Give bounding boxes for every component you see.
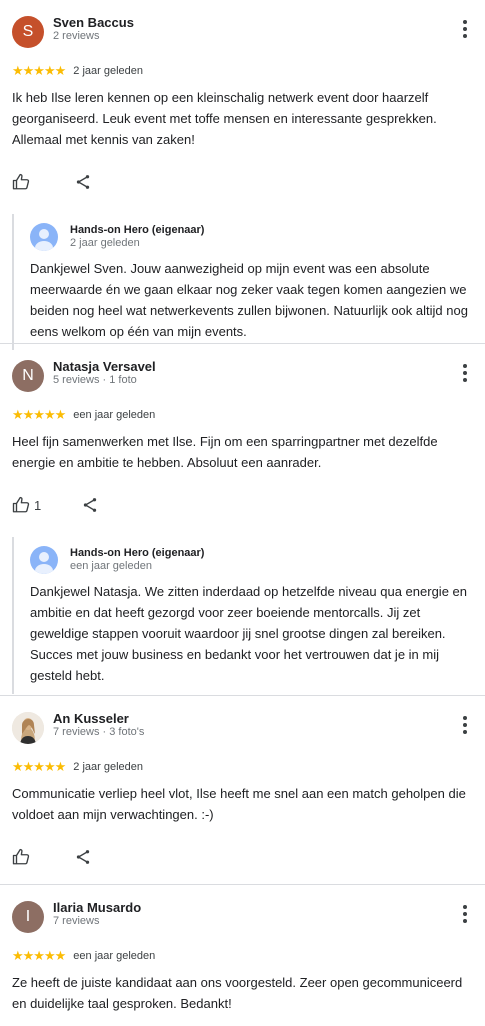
star-rating: ★★★★★ bbox=[12, 948, 66, 963]
review-header: N Natasja Versavel 5 reviews · 1 foto bbox=[12, 344, 473, 405]
reply-header: Hands-on Hero (eigenaar) 2 jaar geleden bbox=[30, 222, 473, 252]
rating-row: ★★★★★ 2 jaar geleden bbox=[12, 759, 473, 775]
reviewer-meta: 7 reviews bbox=[53, 915, 100, 927]
reviewer-info: Ilaria Musardo 7 reviews bbox=[53, 900, 141, 928]
reply-header: Hands-on Hero (eigenaar) een jaar gelede… bbox=[30, 545, 473, 575]
owner-name: Hands-on Hero (eigenaar) bbox=[70, 224, 205, 236]
review-card: S Sven Baccus 2 reviews ★★★★★ 2 jaar gel… bbox=[0, 0, 485, 350]
review-header: S Sven Baccus 2 reviews bbox=[12, 0, 473, 61]
review-card: I Ilaria Musardo 7 reviews ★★★★★ een jaa… bbox=[0, 884, 485, 1026]
reviewer-name[interactable]: Natasja Versavel bbox=[53, 359, 156, 374]
thumbs-up-icon bbox=[12, 173, 30, 190]
like-count: 1 bbox=[34, 497, 42, 513]
share-button[interactable] bbox=[74, 173, 92, 191]
owner-reply: Hands-on Hero (eigenaar) 2 jaar geleden … bbox=[12, 214, 473, 350]
owner-avatar bbox=[30, 546, 58, 574]
reviewer-info: An Kusseler 7 reviews · 3 foto's bbox=[53, 711, 144, 739]
star-rating: ★★★★★ bbox=[12, 63, 66, 78]
star-rating: ★★★★★ bbox=[12, 407, 66, 422]
like-button[interactable] bbox=[12, 173, 34, 191]
reviewer-meta: 5 reviews · 1 foto bbox=[53, 374, 137, 386]
more-options-icon[interactable] bbox=[461, 905, 469, 923]
review-text: Ze heeft de juiste kandidaat aan ons voo… bbox=[12, 975, 463, 1011]
share-icon bbox=[76, 175, 90, 189]
avatar[interactable]: I bbox=[12, 901, 44, 933]
reply-date: een jaar geleden bbox=[70, 560, 152, 572]
avatar[interactable] bbox=[12, 712, 44, 744]
rating-row: ★★★★★ een jaar geleden bbox=[12, 407, 473, 423]
more-options-icon[interactable] bbox=[461, 364, 469, 382]
review-actions bbox=[12, 170, 473, 194]
review-card: An Kusseler 7 reviews · 3 foto's ★★★★★ 2… bbox=[0, 695, 485, 884]
review-date: 2 jaar geleden bbox=[73, 761, 144, 773]
reviewer-name[interactable]: Sven Baccus bbox=[53, 15, 134, 30]
review-header: I Ilaria Musardo 7 reviews bbox=[12, 885, 473, 946]
review-actions: 1 bbox=[12, 493, 473, 517]
reply-date: 2 jaar geleden bbox=[70, 237, 140, 249]
reviewer-info: Sven Baccus 2 reviews bbox=[53, 15, 134, 43]
profile-photo bbox=[12, 712, 44, 744]
review-text: Heel fijn samenwerken met Ilse. Fijn om … bbox=[12, 434, 438, 470]
owner-name: Hands-on Hero (eigenaar) bbox=[70, 547, 205, 559]
reply-text: Dankjewel Natasja. We zitten inderdaad o… bbox=[30, 584, 467, 683]
thumbs-up-icon bbox=[12, 496, 30, 513]
rating-row: ★★★★★ een jaar geleden bbox=[12, 948, 473, 964]
thumbs-up-icon bbox=[12, 848, 30, 865]
more-options-icon[interactable] bbox=[461, 20, 469, 38]
reviewer-info: Natasja Versavel 5 reviews · 1 foto bbox=[53, 359, 156, 387]
reply-info: Hands-on Hero (eigenaar) een jaar gelede… bbox=[70, 547, 204, 573]
more-options-icon[interactable] bbox=[461, 716, 469, 734]
review-text: Communicatie verliep heel vlot, Ilse hee… bbox=[12, 786, 466, 822]
share-icon bbox=[76, 850, 90, 864]
review-actions bbox=[12, 845, 473, 869]
reviewer-meta: 2 reviews bbox=[53, 30, 100, 42]
rating-row: ★★★★★ 2 jaar geleden bbox=[12, 63, 473, 79]
reply-text: Dankjewel Sven. Jouw aanwezigheid op mij… bbox=[30, 261, 468, 339]
owner-reply: Hands-on Hero (eigenaar) een jaar gelede… bbox=[12, 537, 473, 694]
review-header: An Kusseler 7 reviews · 3 foto's bbox=[12, 696, 473, 757]
review-card: N Natasja Versavel 5 reviews · 1 foto ★★… bbox=[0, 343, 485, 695]
owner-avatar bbox=[30, 223, 58, 251]
like-button[interactable] bbox=[12, 848, 34, 866]
avatar[interactable]: N bbox=[12, 360, 44, 392]
review-date: 2 jaar geleden bbox=[73, 65, 144, 77]
review-text: Ik heb Ilse leren kennen op een kleinsch… bbox=[12, 90, 437, 147]
reviewer-name[interactable]: An Kusseler bbox=[53, 711, 144, 726]
like-button[interactable]: 1 bbox=[12, 496, 41, 514]
reviewer-name[interactable]: Ilaria Musardo bbox=[53, 900, 141, 915]
share-button[interactable] bbox=[74, 848, 92, 866]
star-rating: ★★★★★ bbox=[12, 759, 66, 774]
reply-info: Hands-on Hero (eigenaar) 2 jaar geleden bbox=[70, 224, 204, 250]
review-date: een jaar geleden bbox=[73, 950, 156, 962]
reviewer-meta: 7 reviews · 3 foto's bbox=[53, 726, 145, 738]
avatar[interactable]: S bbox=[12, 16, 44, 48]
share-button[interactable] bbox=[81, 496, 99, 514]
share-icon bbox=[84, 498, 97, 512]
review-date: een jaar geleden bbox=[73, 409, 156, 421]
